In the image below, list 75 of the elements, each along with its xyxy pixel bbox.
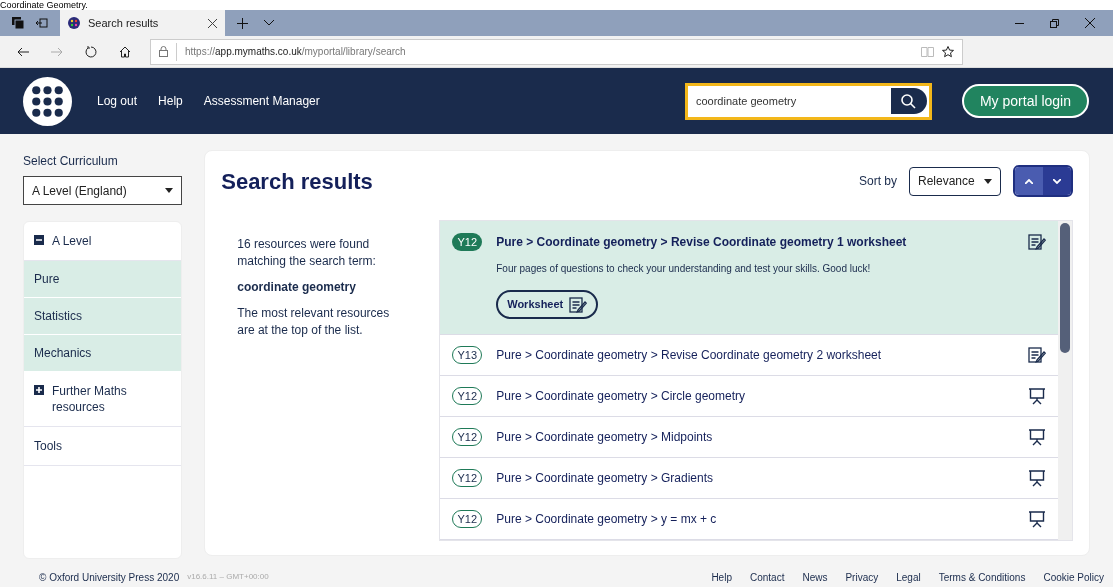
browser-tab[interactable]: Search results [60, 10, 225, 36]
logo-icon[interactable] [23, 76, 72, 126]
result-row[interactable]: Y12 Pure > Coordinate geometry > Revise Coordinate geometry 1 worksheet Four pages of questions to check your understanding and test your skills. Good luck! Worksheet [440, 221, 1058, 335]
caret-icon [984, 178, 992, 184]
version-text: v16.6.11 – GMT+00:00 [187, 571, 269, 583]
collapse-icon[interactable] [34, 235, 44, 245]
sidebar-item[interactable]: Further Maths resources [24, 372, 182, 427]
search-field[interactable]: coordinate geometry [684, 82, 932, 120]
plus-icon[interactable] [237, 17, 248, 29]
results-summary: 16 resources were found matching the search term: [237, 236, 377, 270]
search-input[interactable]: coordinate geometry [695, 92, 891, 110]
result-title[interactable]: Pure > Coordinate geometry > Gradients [496, 469, 1014, 487]
tabs-icon[interactable] [12, 17, 24, 29]
easel-icon [1028, 428, 1046, 446]
result-title[interactable]: Pure > Coordinate geometry > Circle geometry [496, 387, 1014, 405]
caret-icon [165, 188, 174, 193]
easel-icon [1028, 387, 1046, 405]
worksheet-icon [1028, 234, 1046, 250]
result-title[interactable]: Pure > Coordinate geometry > y = mx + c [496, 510, 1014, 528]
restore-icon[interactable] [1050, 18, 1059, 28]
search-icon [901, 93, 917, 109]
sidebar-subitem[interactable]: Statistics [24, 298, 182, 335]
footer-link[interactable]: Privacy [845, 569, 879, 585]
search-term: coordinate geometry [237, 279, 357, 296]
result-title[interactable]: Pure > Coordinate geometry > Revise Coordinate geometry 1 worksheet [496, 233, 1014, 251]
sidebar-subitem[interactable]: Mechanics [24, 335, 182, 372]
sidebar-subitem[interactable]: Pure [24, 261, 182, 298]
result-title[interactable]: Pure > Coordinate geometry > Midpoints [496, 428, 1014, 446]
nav-link[interactable]: Log out [97, 92, 138, 110]
home-icon[interactable] [119, 45, 131, 58]
easel-icon [1028, 510, 1046, 528]
footer-link[interactable]: Contact [749, 569, 785, 585]
copyright-text: © Oxford University Press 2020 [39, 570, 180, 585]
sort-dropdown[interactable]: Relevance [909, 166, 1001, 196]
sort-ascending-button[interactable] [1015, 167, 1043, 195]
results-note: The most relevant resources are at the top of the list. [237, 305, 391, 339]
close-icon[interactable] [208, 18, 217, 28]
nav-link[interactable]: Help [158, 92, 183, 110]
year-badge: Y12 [452, 233, 483, 251]
site-logo-icon [68, 17, 80, 29]
lock-icon [159, 46, 168, 57]
easel-icon [1028, 469, 1046, 487]
expand-icon[interactable] [34, 385, 44, 395]
set-aside-icon[interactable] [36, 18, 48, 28]
address-bar[interactable]: https://app.mymaths.co.uk/myportal/library/search [150, 38, 963, 65]
result-title[interactable]: Pure > Coordinate geometry > Revise Coordinate geometry 2 worksheet [496, 346, 1014, 364]
sort-descending-button[interactable] [1043, 167, 1071, 195]
sort-label: Sort by [859, 173, 897, 190]
chevron-down-icon [1053, 178, 1061, 184]
portal-login-button[interactable]: My portal login [961, 84, 1089, 118]
footer-link[interactable]: Help [711, 569, 732, 585]
page-title: Search results [221, 167, 373, 196]
worksheet-icon [1028, 347, 1046, 363]
result-description: Four pages of questions to check your understanding and test your skills. Good luck! [496, 262, 872, 276]
footer-link[interactable]: Cookie Policy [1043, 569, 1104, 585]
curriculum-label: Select Curriculum [23, 153, 119, 170]
footer-link[interactable]: News [802, 569, 828, 585]
worksheet-button[interactable]: Worksheet [496, 290, 599, 319]
sidebar-item[interactable]: Tools [24, 427, 182, 466]
refresh-icon[interactable] [85, 45, 97, 58]
caption-text: Coordinate Geometry. [0, 0, 88, 10]
url-text[interactable]: https://app.mymaths.co.uk/myportal/library/search [185, 44, 406, 59]
search-button[interactable] [890, 86, 929, 116]
nav-link[interactable]: Assessment Manager [203, 92, 320, 110]
chevron-up-icon [1025, 178, 1033, 184]
star-icon[interactable] [942, 45, 954, 58]
curriculum-dropdown[interactable]: A Level (England) [23, 176, 183, 205]
close-icon[interactable] [1085, 18, 1095, 28]
back-arrow-icon[interactable] [17, 46, 29, 57]
footer-link[interactable]: Terms & Conditions [938, 569, 1026, 585]
worksheet-icon [569, 296, 588, 313]
minimize-icon[interactable] [1015, 22, 1024, 24]
footer-link[interactable]: Legal [896, 569, 921, 585]
scrollbar-thumb[interactable] [1060, 223, 1070, 353]
chevron-down-icon[interactable] [264, 20, 274, 26]
